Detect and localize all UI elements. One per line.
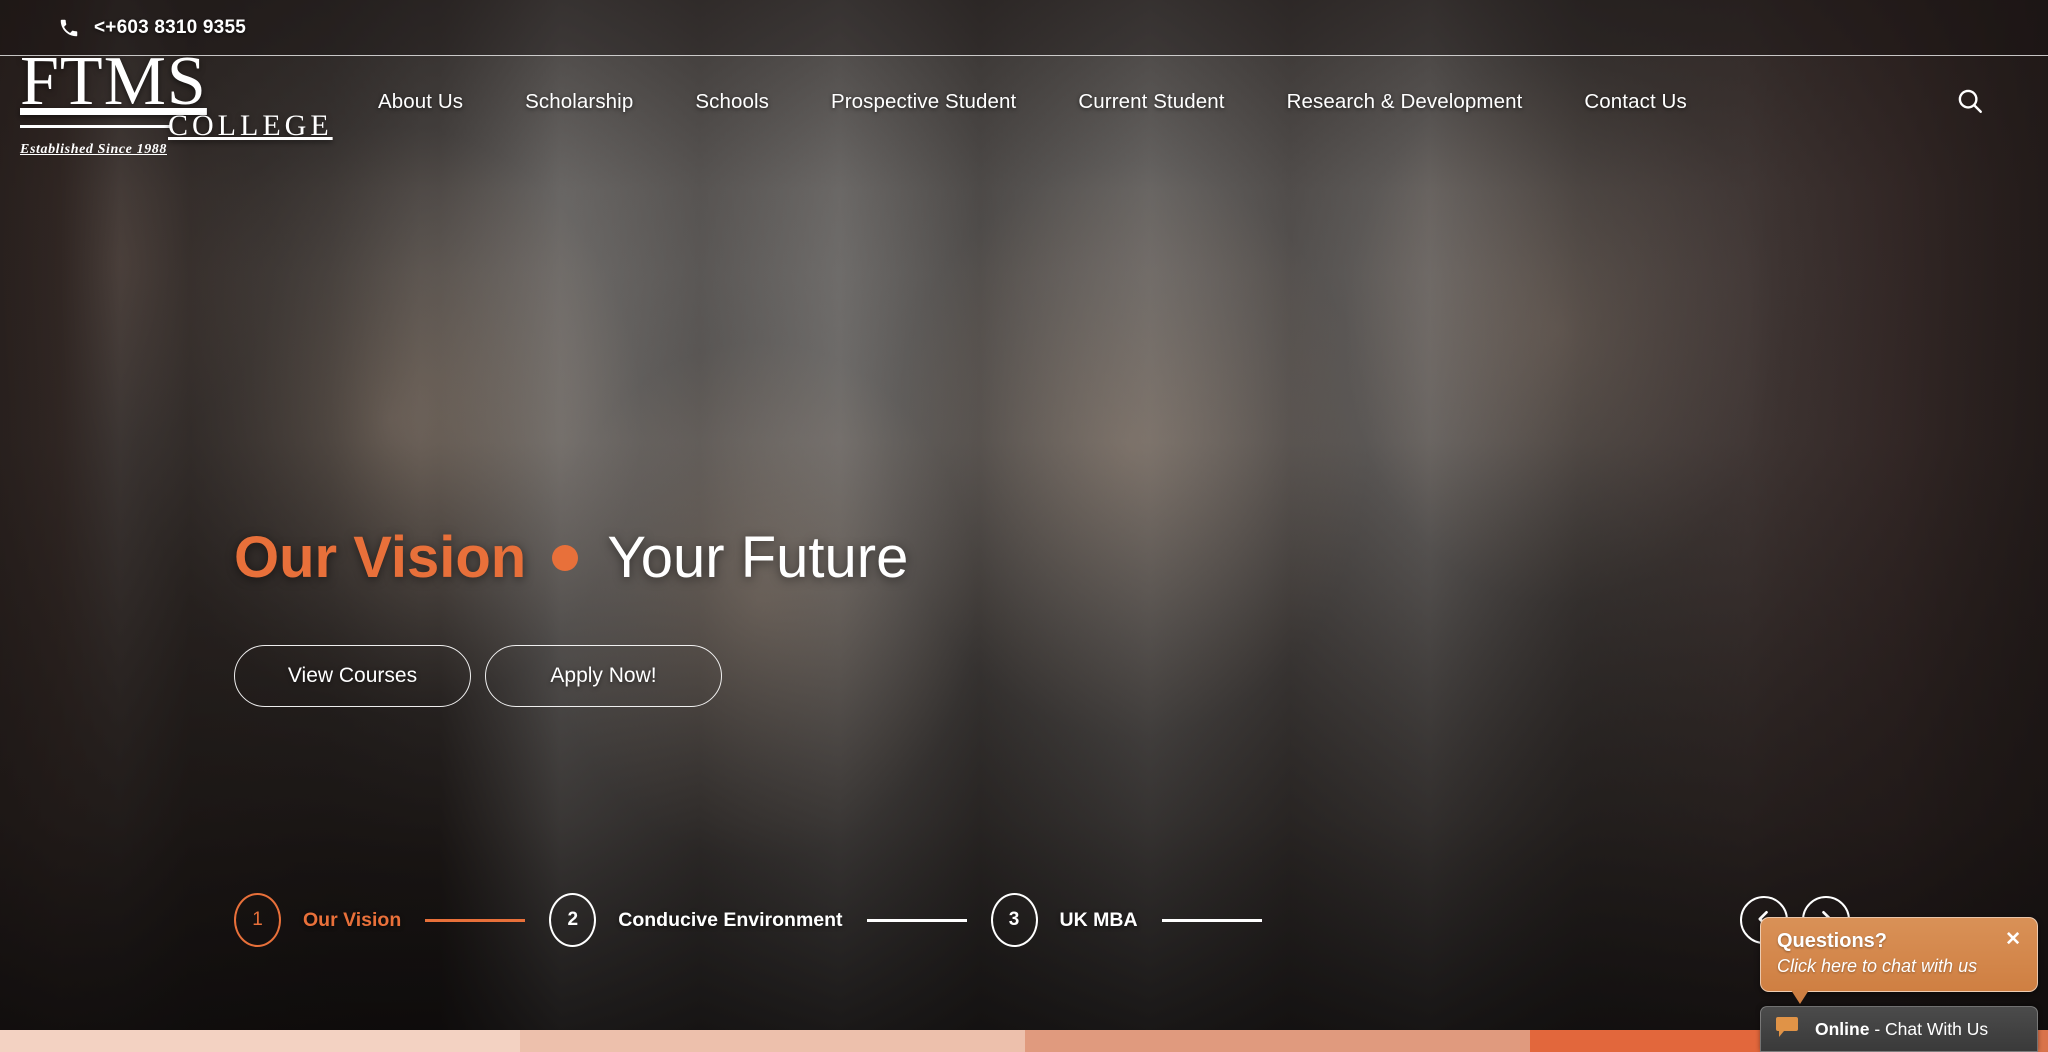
main-navigation: FTMS COLLEGE Established Since 1988 Abou…	[0, 47, 2048, 157]
hero-content: Our Vision Your Future View Courses Appl…	[234, 525, 909, 707]
nav-links-list: About Us Scholarship Schools Prospective…	[378, 90, 1687, 114]
logo-text-ftms: FTMS	[20, 43, 207, 120]
strip-segment	[0, 1030, 520, 1052]
chat-tooltip[interactable]: Questions? ✕ Click here to chat with us	[1760, 917, 2038, 1004]
slider-number-1[interactable]: 1	[234, 893, 281, 947]
chat-close-icon[interactable]: ✕	[1997, 930, 2021, 949]
nav-link-current-student[interactable]: Current Student	[1078, 90, 1224, 113]
slider-item-2[interactable]: 2 Conducive Environment	[549, 893, 990, 947]
slider-progress-line-1	[425, 918, 526, 922]
hero-headline-accent: Our Vision	[234, 525, 527, 590]
slider-number-3[interactable]: 3	[990, 893, 1038, 947]
nav-item-about-us[interactable]: About Us	[378, 90, 463, 114]
search-button[interactable]	[1950, 82, 1990, 122]
site-logo[interactable]: FTMS COLLEGE Established Since 1988	[20, 43, 329, 157]
chat-status-bar[interactable]: Online - Chat With Us	[1760, 1006, 2038, 1052]
nav-item-prospective-student[interactable]: Prospective Student	[831, 90, 1016, 114]
hero-button-group: View Courses Apply Now!	[234, 644, 908, 707]
slider-number-2[interactable]: 2	[549, 893, 597, 947]
nav-link-scholarship[interactable]: Scholarship	[525, 90, 633, 113]
search-icon	[1955, 86, 1985, 119]
logo-text-college: COLLEGE	[168, 109, 333, 142]
bottom-color-strip	[0, 1030, 2048, 1052]
slider-item-1[interactable]: 1 Our Vision	[234, 893, 549, 947]
phone-number: <+603 8310 9355	[94, 16, 246, 38]
logo-tagline: Established Since 1988	[20, 142, 167, 157]
slider-progress-line-3	[1161, 918, 1262, 922]
slider-item-3[interactable]: 3 UK MBA	[990, 893, 1286, 947]
hero-bullet-dot	[552, 544, 579, 571]
hero-headline: Our Vision Your Future	[234, 525, 909, 590]
strip-segment	[1025, 1030, 1530, 1052]
logo-rule	[20, 125, 170, 128]
page-root: <+603 8310 9355 FTMS COLLEGE Established…	[0, 0, 2048, 1052]
chat-question-label: Questions?	[1777, 930, 1888, 953]
hero-headline-rest: Your Future	[607, 525, 909, 590]
phone-icon	[58, 17, 80, 39]
nav-item-research-development[interactable]: Research & Development	[1287, 90, 1523, 114]
slider-label-3[interactable]: UK MBA	[1060, 909, 1138, 932]
chat-status-rest: - Chat With Us	[1869, 1018, 1989, 1039]
strip-segment	[520, 1030, 1025, 1052]
nav-link-schools[interactable]: Schools	[695, 90, 769, 113]
nav-item-schools[interactable]: Schools	[695, 90, 769, 114]
nav-link-contact-us[interactable]: Contact Us	[1584, 90, 1686, 113]
nav-link-research-development[interactable]: Research & Development	[1287, 90, 1523, 113]
chat-subtitle: Click here to chat with us	[1777, 956, 1978, 977]
nav-item-contact-us[interactable]: Contact Us	[1584, 90, 1686, 114]
speech-bubble-icon	[1775, 1016, 1799, 1043]
chat-widget: Questions? ✕ Click here to chat with us …	[1760, 917, 2038, 1052]
nav-item-scholarship[interactable]: Scholarship	[525, 90, 633, 114]
slider-label-2[interactable]: Conducive Environment	[618, 909, 842, 932]
chat-status-online: Online	[1815, 1018, 1870, 1039]
apply-now-button[interactable]: Apply Now!	[485, 644, 722, 707]
chat-tooltip-header: Questions? ✕	[1777, 930, 2021, 952]
slider-label-1[interactable]: Our Vision	[303, 909, 401, 932]
nav-item-current-student[interactable]: Current Student	[1078, 90, 1224, 114]
nav-link-about-us[interactable]: About Us	[378, 90, 463, 113]
nav-link-prospective-student[interactable]: Prospective Student	[831, 90, 1016, 113]
slider-progress-line-2	[866, 918, 967, 922]
view-courses-button[interactable]: View Courses	[234, 644, 471, 707]
chat-status-text: Online - Chat With Us	[1815, 1019, 1988, 1040]
phone-link[interactable]: <+603 8310 9355	[58, 17, 246, 39]
